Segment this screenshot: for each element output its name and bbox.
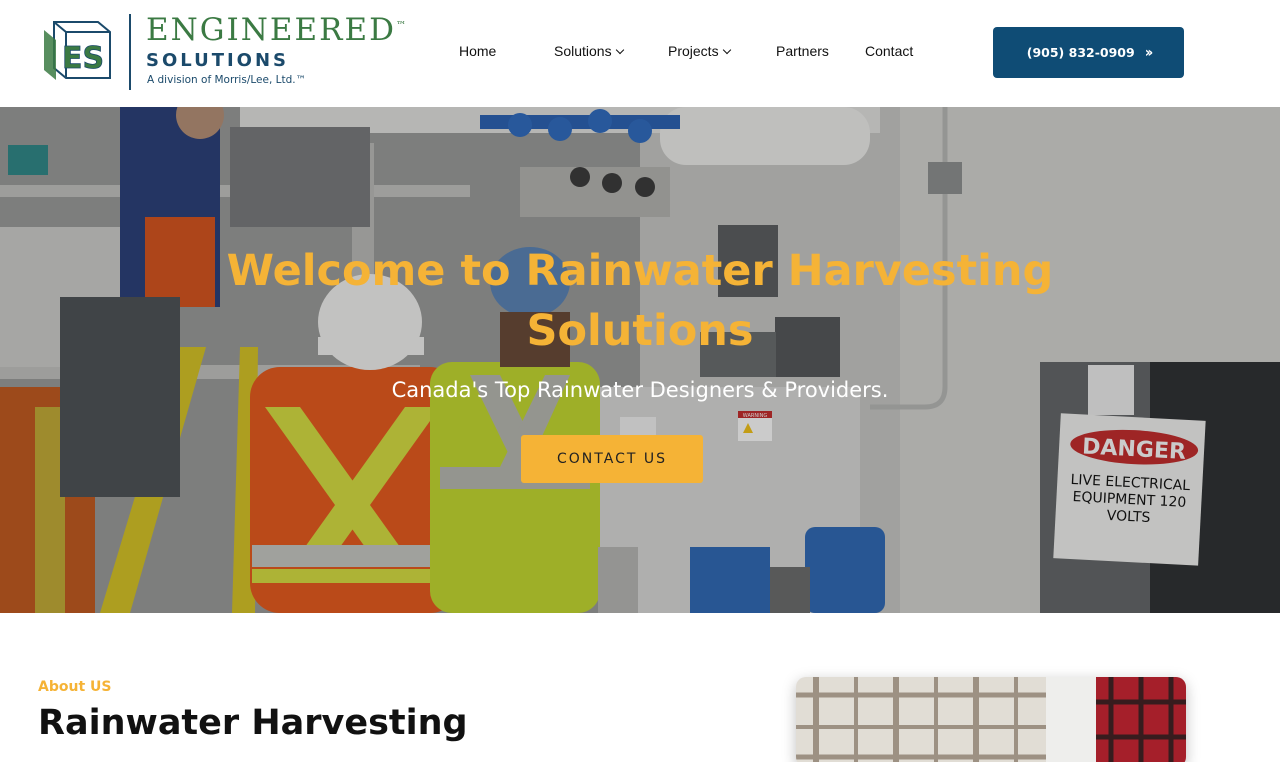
nav-partners-label: Partners (776, 43, 829, 59)
plaid-shirt-image (796, 677, 1186, 762)
nav-home[interactable]: Home (459, 43, 496, 59)
logo-divider (129, 14, 131, 90)
nav-home-label: Home (459, 43, 497, 59)
contact-us-button[interactable]: CONTACT US (521, 435, 703, 483)
chevron-down-icon (722, 45, 731, 55)
site-logo[interactable]: ES ENGINEERED™ SOLUTIONS A division of M… (40, 12, 406, 94)
about-heading-bold: Harvesting (251, 703, 468, 743)
about-image (796, 677, 1186, 762)
es-logo-icon: ES (44, 21, 111, 80)
logo-division-text: A division of Morris/Lee, Ltd.™ (147, 74, 307, 86)
nav-contact-label: Contact (865, 43, 914, 59)
phone-button[interactable]: (905) 832-0909 ›› (993, 27, 1184, 78)
logo-title: ENGINEERED™ (146, 12, 406, 48)
hero-title: Welcome to Rainwater Harvesting Solution… (226, 246, 1054, 356)
nav-solutions[interactable]: Solutions (554, 43, 624, 59)
nav-partners[interactable]: Partners (776, 43, 829, 59)
about-eyebrow: About US (38, 679, 112, 695)
nav-projects-label: Projects (668, 43, 719, 59)
about-heading: Rainwater Harvesting (38, 703, 468, 743)
site-header: ES ENGINEERED™ SOLUTIONS A division of M… (0, 0, 1280, 107)
phone-button-label: (905) 832-0909 (1026, 45, 1135, 60)
nav-contact[interactable]: Contact (865, 43, 913, 59)
about-heading-light: Rainwater (38, 703, 240, 743)
hero-section: DANGER LIVE ELECTRICAL EQUIPMENT 120 VOL… (0, 107, 1280, 613)
nav-solutions-label: Solutions (554, 43, 612, 59)
double-chevron-right-icon: ›› (1144, 44, 1153, 61)
nav-projects[interactable]: Projects (668, 43, 731, 59)
logo-trademark: ™ (395, 20, 406, 32)
hero-subtitle: Canada's Top Rainwater Designers & Provi… (391, 378, 889, 402)
logo-mark-letters: ES (62, 41, 104, 76)
chevron-down-icon (615, 45, 624, 55)
logo-subtitle: SOLUTIONS (146, 50, 290, 71)
